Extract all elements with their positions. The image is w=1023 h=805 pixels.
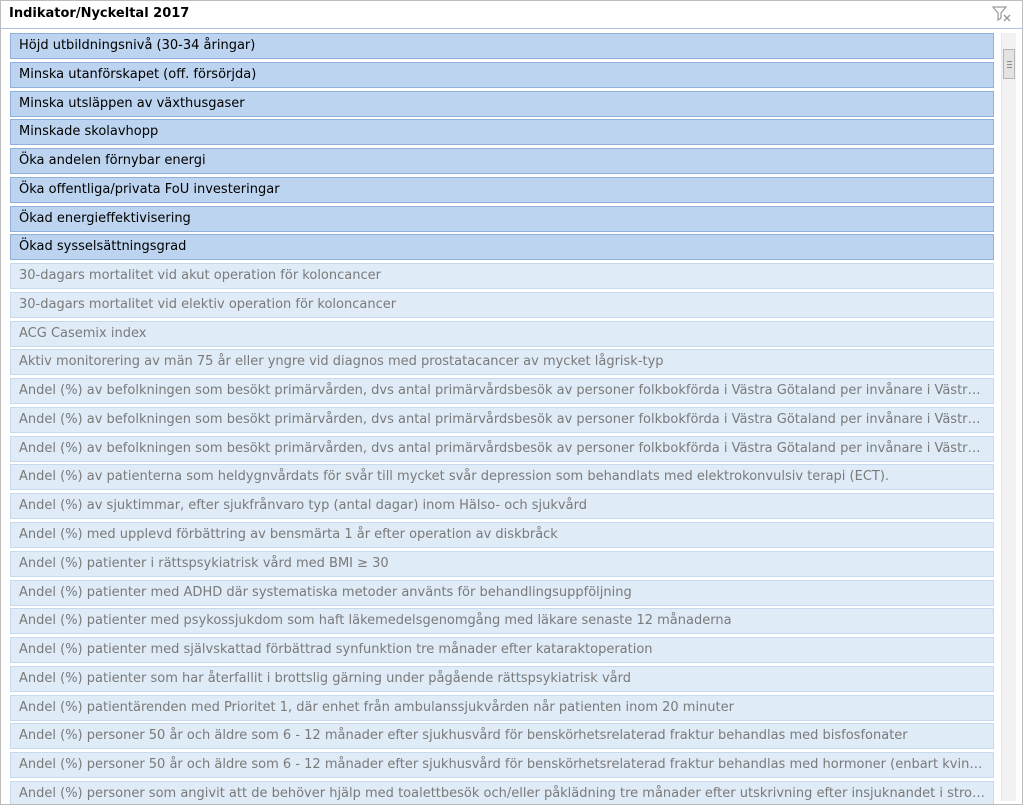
slicer-item[interactable]: 30-dagars mortalitet vid akut operation … <box>10 263 994 290</box>
slicer-item[interactable]: Andel (%) av sjuktimmar, efter sjukfrånv… <box>10 493 994 520</box>
slicer-item[interactable]: Andel (%) patientärenden med Prioritet 1… <box>10 694 994 721</box>
slicer-item[interactable]: Andel (%) patienter med ADHD där systema… <box>10 579 994 606</box>
slicer-item[interactable]: Ökad sysselsättningsgrad <box>10 234 994 261</box>
slicer-panel: Indikator/Nyckeltal 2017 Höjd utbildning… <box>0 0 1023 805</box>
slicer-item[interactable]: Andel (%) personer 50 år och äldre som 6… <box>10 723 994 750</box>
slicer-item[interactable]: Andel (%) patienter som har återfallit i… <box>10 665 994 692</box>
slicer-item[interactable]: Minska utsläppen av växthusgaser <box>10 90 994 117</box>
slicer-item[interactable]: 30-dagars mortalitet vid elektiv operati… <box>10 291 994 318</box>
slicer-item[interactable]: Andel (%) av patienterna som heldygnvård… <box>10 464 994 491</box>
slicer-item[interactable]: Andel (%) personer som angivit att de be… <box>10 780 994 804</box>
slicer-item[interactable]: Andel (%) patienter med psykossjukdom so… <box>10 608 994 635</box>
slicer-item[interactable]: Andel (%) av befolkningen som besökt pri… <box>10 378 994 405</box>
vertical-scrollbar[interactable] <box>1001 33 1016 801</box>
slicer-item[interactable]: Aktiv monitorering av män 75 år eller yn… <box>10 349 994 376</box>
slicer-item[interactable]: Andel (%) patienter i rättspsykiatrisk v… <box>10 550 994 577</box>
slicer-item[interactable]: Öka offentliga/privata FoU investeringar <box>10 176 994 203</box>
slicer-item[interactable]: Minskade skolavhopp <box>10 119 994 146</box>
scrollbar-thumb[interactable] <box>1003 49 1015 79</box>
slicer-title: Indikator/Nyckeltal 2017 <box>9 6 190 21</box>
slicer-item[interactable]: Öka andelen förnybar energi <box>10 148 994 175</box>
slicer-item[interactable]: ACG Casemix index <box>10 320 994 347</box>
slicer-item[interactable]: Andel (%) patienter med självskattad för… <box>10 637 994 664</box>
slicer-item[interactable]: Andel (%) av befolkningen som besökt pri… <box>10 406 994 433</box>
slicer-item[interactable]: Andel (%) med upplevd förbättring av ben… <box>10 522 994 549</box>
slicer-item[interactable]: Ökad energieffektivisering <box>10 205 994 232</box>
slicer-item[interactable]: Minska utanförskapet (off. försörjda) <box>10 61 994 88</box>
slicer-item[interactable]: Andel (%) personer 50 år och äldre som 6… <box>10 752 994 779</box>
slicer-item[interactable]: Andel (%) av befolkningen som besökt pri… <box>10 435 994 462</box>
slicer-header: Indikator/Nyckeltal 2017 <box>1 1 1022 29</box>
clear-filter-icon[interactable] <box>991 5 1012 23</box>
slicer-item-list: Höjd utbildningsnivå (30-34 åringar) Mins… <box>10 33 994 804</box>
slicer-item[interactable]: Höjd utbildningsnivå (30-34 åringar) <box>10 33 994 59</box>
